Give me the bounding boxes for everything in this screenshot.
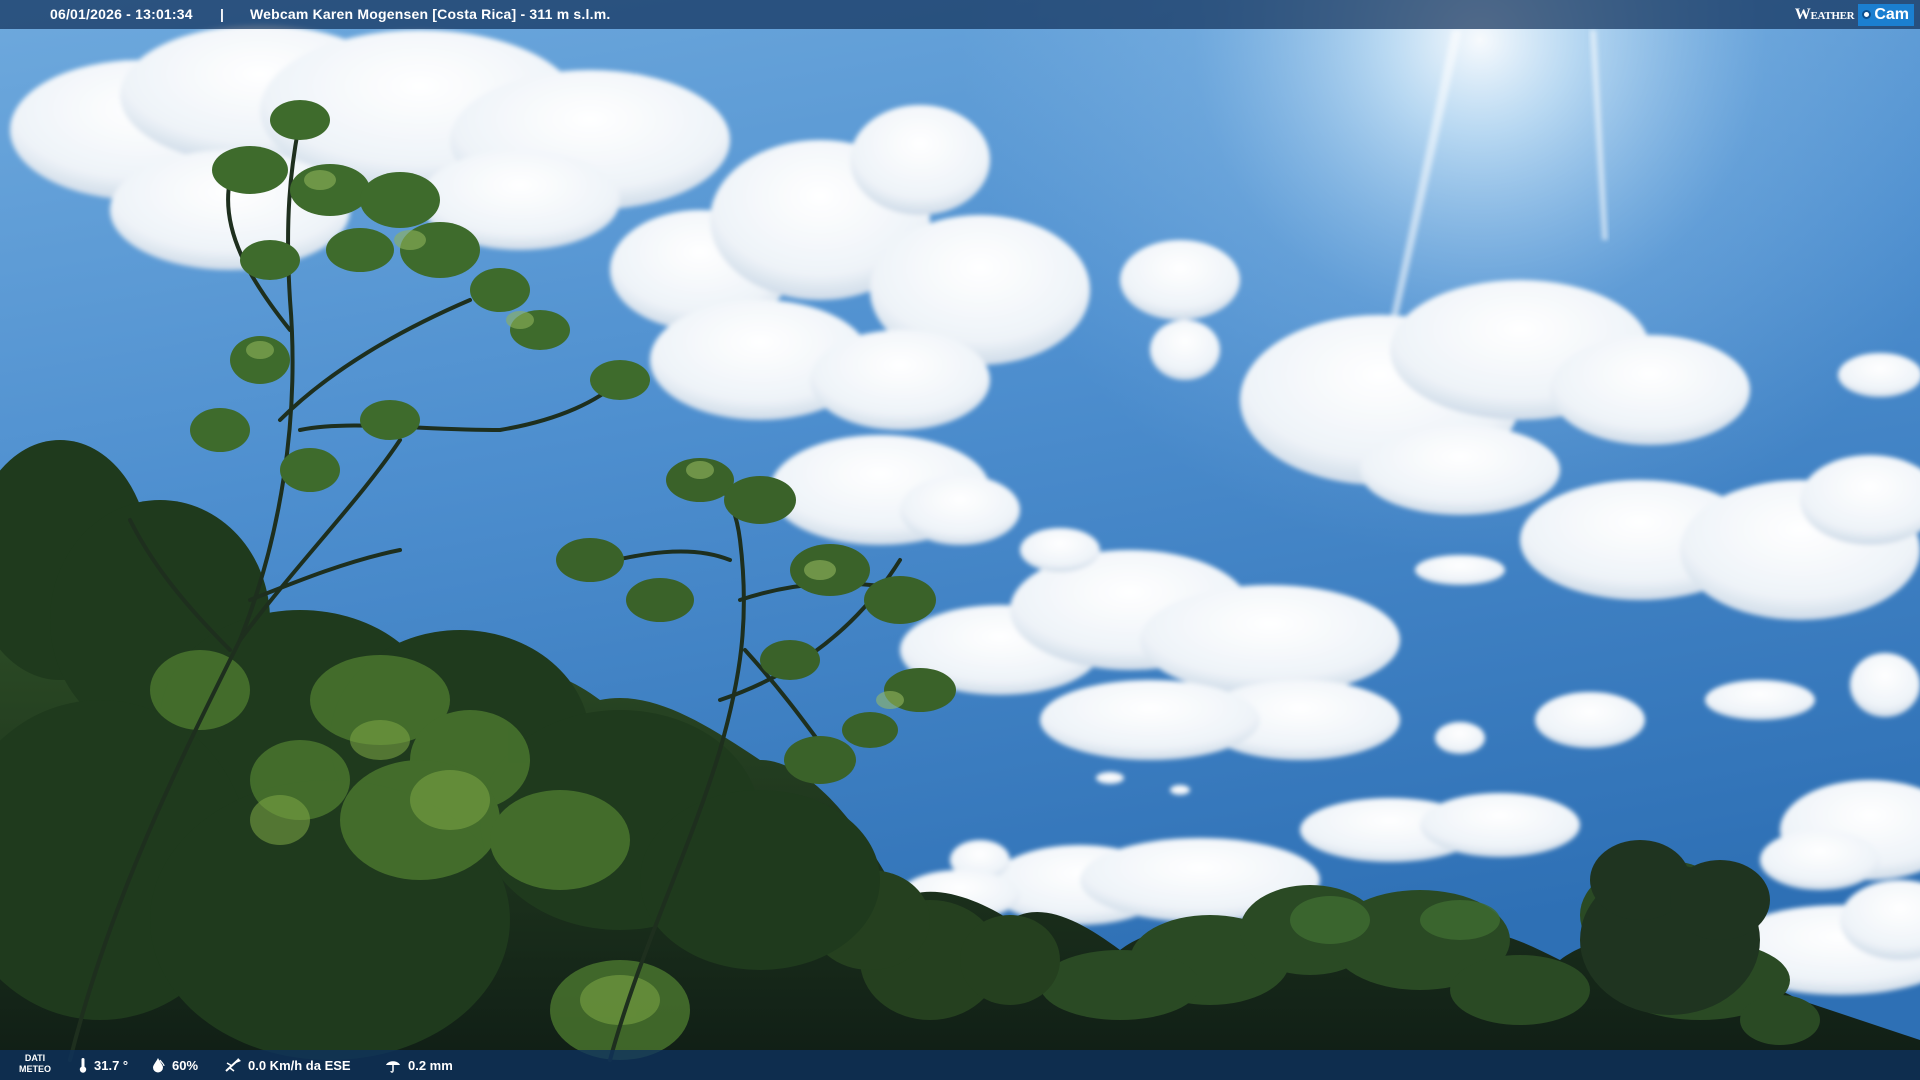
wind-vane-icon bbox=[225, 1058, 241, 1072]
camera-lens-icon bbox=[1862, 10, 1872, 19]
webcam-frame: 06/01/2026 - 13:01:34 | Webcam Karen Mog… bbox=[0, 0, 1920, 1080]
humidity-drop-icon bbox=[153, 1058, 165, 1073]
title-separator: | bbox=[220, 6, 224, 22]
webcam-image bbox=[0, 0, 1920, 1080]
temperature-reading: 31.7 ° bbox=[78, 1057, 128, 1073]
humidity-reading: 60% bbox=[150, 1057, 198, 1073]
logo-weather-text: Weather bbox=[1794, 5, 1855, 23]
top-info-bar: 06/01/2026 - 13:01:34 | Webcam Karen Mog… bbox=[0, 0, 1920, 29]
logo-cam-badge: Cam bbox=[1858, 3, 1914, 26]
weathercam-logo: Weather Cam bbox=[1795, 0, 1920, 29]
thermometer-icon bbox=[79, 1058, 87, 1073]
weather-label-line2: METEO bbox=[18, 1064, 51, 1074]
wind-reading: 0.0 Km/h da ESE bbox=[224, 1057, 351, 1073]
rain-reading: 0.2 mm bbox=[384, 1057, 453, 1073]
weather-data-label: DATI METEO bbox=[12, 1053, 58, 1075]
humidity-value: 60% bbox=[172, 1057, 199, 1073]
weather-label-line1: DATI bbox=[24, 1053, 46, 1063]
rain-gauge-icon bbox=[386, 1061, 400, 1073]
webcam-title: Webcam Karen Mogensen [Costa Rica] - 311… bbox=[250, 6, 611, 22]
timestamp: 06/01/2026 - 13:01:34 bbox=[50, 6, 193, 22]
temperature-value: 31.7 ° bbox=[94, 1057, 129, 1073]
rain-value: 0.2 mm bbox=[408, 1057, 453, 1073]
weather-data-bar: DATI METEO 31.7 ° 60% 0.0 Km/h da ESE 0.… bbox=[0, 1050, 1920, 1080]
wind-value: 0.0 Km/h da ESE bbox=[248, 1057, 351, 1073]
logo-cam-text: Cam bbox=[1874, 5, 1909, 23]
